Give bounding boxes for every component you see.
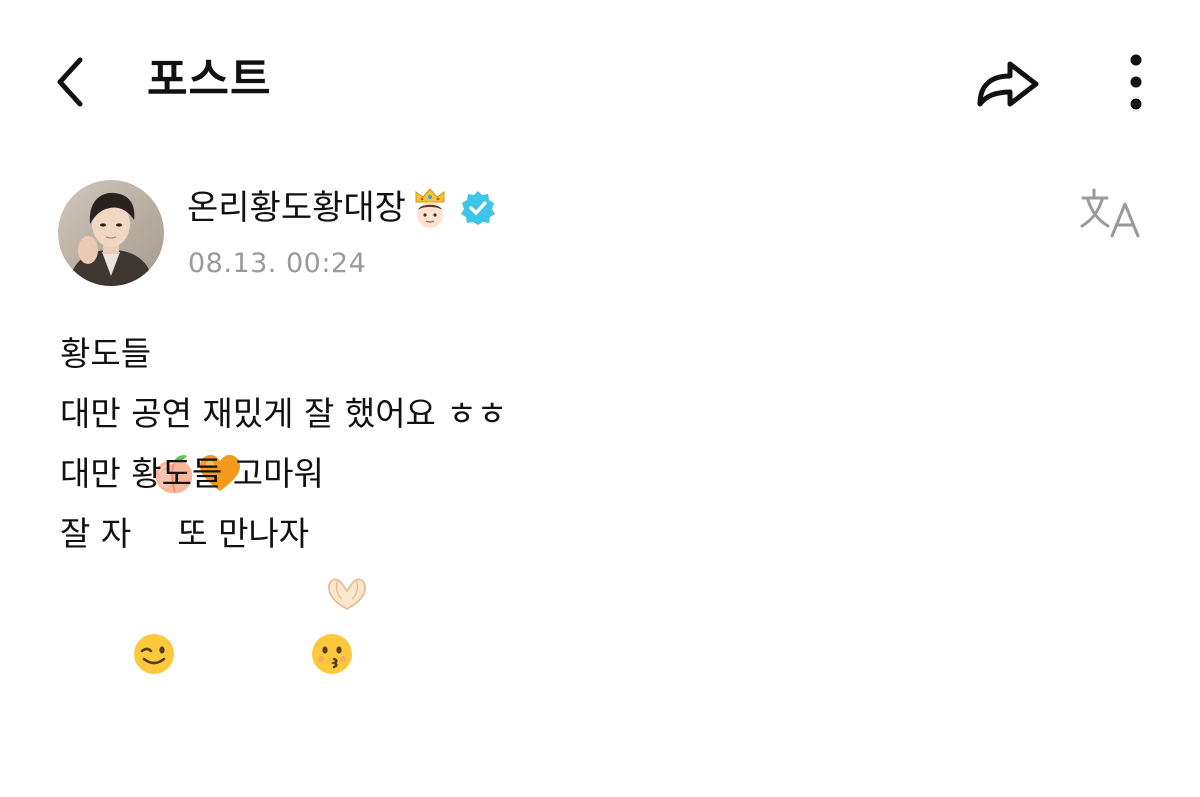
top-app-bar: 포스트 xyxy=(0,0,1200,160)
share-arrow-icon xyxy=(977,61,1039,107)
post-line-2-text: 대만 공연 재밌게 잘 했어요 ㅎㅎ xyxy=(60,394,508,433)
more-vertical-icon xyxy=(1130,54,1142,110)
winking-face-emoji-icon xyxy=(131,511,177,674)
post-timestamp: 08.13. 00:24 xyxy=(188,248,367,279)
page-title: 포스트 xyxy=(147,54,272,105)
more-options-button[interactable] xyxy=(1112,46,1160,118)
avatar[interactable] xyxy=(58,180,164,286)
post-line-2: 대만 공연 재밌게 잘 했어요 ㅎㅎ xyxy=(60,384,1160,444)
back-button[interactable] xyxy=(40,50,100,114)
post-line-3-text: 대만 황도들 고마워 xyxy=(60,454,324,493)
crown-face-emoji-icon xyxy=(410,186,450,230)
verified-badge-icon xyxy=(460,190,496,226)
orange-heart-emoji-icon xyxy=(197,331,243,491)
translate-button[interactable] xyxy=(1076,182,1148,242)
peach-emoji-icon xyxy=(151,331,197,494)
post-body: 황도들 대만 공연 재밌게 잘 했어요 ㅎㅎ 대만 황도들 고마워 잘 자 또 … xyxy=(60,324,1160,674)
kissing-face-emoji-icon xyxy=(309,511,355,674)
share-button[interactable] xyxy=(968,50,1048,114)
author-name: 온리황도황대장 xyxy=(187,188,406,228)
post-line-4: 잘 자 또 만나자 xyxy=(60,504,1160,674)
author-name-row[interactable]: 온리황도황대장 xyxy=(187,182,496,234)
translate-icon xyxy=(1080,188,1140,238)
heart-hands-emoji-icon xyxy=(324,451,370,610)
post-line-1-text: 황도들 xyxy=(60,334,152,373)
post-line-3: 대만 황도들 고마워 xyxy=(60,444,1160,610)
post-line-4-text-a: 잘 자 xyxy=(60,514,132,553)
chevron-left-icon xyxy=(57,57,83,107)
post-line-1: 황도들 xyxy=(60,324,1160,494)
post-line-4-text-b: 또 만나자 xyxy=(177,514,310,553)
